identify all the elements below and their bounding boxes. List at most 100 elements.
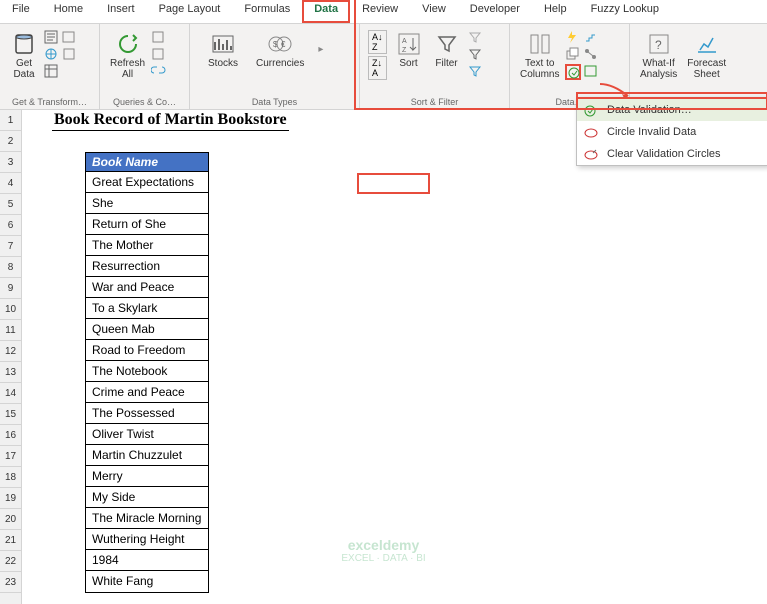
dv-data-validation-item[interactable]: Data Validation… bbox=[577, 99, 767, 121]
tab-review[interactable]: Review bbox=[350, 0, 410, 23]
table-row[interactable]: Return of She bbox=[86, 214, 208, 235]
tab-formulas[interactable]: Formulas bbox=[232, 0, 302, 23]
tab-help[interactable]: Help bbox=[532, 0, 579, 23]
table-row[interactable]: The Mother bbox=[86, 235, 208, 256]
tab-insert[interactable]: Insert bbox=[95, 0, 147, 23]
tab-fuzzy-lookup[interactable]: Fuzzy Lookup bbox=[579, 0, 671, 23]
row-header[interactable]: 23 bbox=[0, 572, 21, 593]
group-data-types: Data Types bbox=[190, 97, 359, 107]
tab-home[interactable]: Home bbox=[42, 0, 95, 23]
table-row[interactable]: War and Peace bbox=[86, 277, 208, 298]
table-row[interactable]: The Possessed bbox=[86, 403, 208, 424]
relationships-icon[interactable] bbox=[583, 47, 599, 63]
what-if-button[interactable]: ? What-If Analysis bbox=[636, 28, 681, 82]
properties-icon[interactable] bbox=[151, 47, 167, 63]
currencies-button[interactable]: $€ Currencies bbox=[252, 28, 308, 71]
table-header[interactable]: Book Name bbox=[86, 153, 208, 172]
edit-links-icon[interactable] bbox=[151, 64, 167, 80]
row-header[interactable]: 7 bbox=[0, 236, 21, 257]
table-row[interactable]: Merry bbox=[86, 466, 208, 487]
clear-filter-icon[interactable] bbox=[467, 30, 483, 46]
row-header[interactable]: 16 bbox=[0, 425, 21, 446]
row-header[interactable]: 19 bbox=[0, 488, 21, 509]
table-row[interactable]: Oliver Twist bbox=[86, 424, 208, 445]
table-row[interactable]: The Notebook bbox=[86, 361, 208, 382]
table-row[interactable]: Great Expectations bbox=[86, 172, 208, 193]
row-header[interactable]: 4 bbox=[0, 173, 21, 194]
table-row[interactable]: Road to Freedom bbox=[86, 340, 208, 361]
table-row[interactable]: My Side bbox=[86, 487, 208, 508]
flash-fill-icon[interactable] bbox=[565, 30, 581, 46]
from-table-icon[interactable] bbox=[44, 64, 60, 80]
table-row[interactable]: Crime and Peace bbox=[86, 382, 208, 403]
table-row[interactable]: 1984 bbox=[86, 550, 208, 571]
table-row[interactable]: She bbox=[86, 193, 208, 214]
row-header[interactable]: 14 bbox=[0, 383, 21, 404]
existing-conn-icon[interactable] bbox=[62, 47, 78, 63]
stocks-button[interactable]: Stocks bbox=[204, 28, 242, 71]
row-header[interactable]: 3 bbox=[0, 152, 21, 173]
table-row[interactable]: Martin Chuzzulet bbox=[86, 445, 208, 466]
from-text-icon[interactable] bbox=[44, 30, 60, 46]
watermark-brand: exceldemy bbox=[341, 537, 425, 553]
queries-icon[interactable] bbox=[151, 30, 167, 46]
filter-button[interactable]: Filter bbox=[429, 28, 465, 82]
data-validation-button[interactable] bbox=[565, 64, 581, 80]
row-header[interactable]: 9 bbox=[0, 278, 21, 299]
dv-clear-circles-item[interactable]: Clear Validation Circles bbox=[577, 143, 767, 165]
get-data-button[interactable]: Get Data bbox=[6, 28, 42, 82]
sort-az-icon[interactable]: A↓Z bbox=[368, 30, 387, 54]
tab-page-layout[interactable]: Page Layout bbox=[147, 0, 233, 23]
row-header[interactable]: 10 bbox=[0, 299, 21, 320]
row-header[interactable]: 13 bbox=[0, 362, 21, 383]
row-header[interactable]: 20 bbox=[0, 509, 21, 530]
sort-za-icon[interactable]: Z↓A bbox=[368, 56, 387, 80]
validation-icon bbox=[583, 103, 599, 119]
tab-developer[interactable]: Developer bbox=[458, 0, 532, 23]
svg-text:A: A bbox=[402, 38, 407, 45]
advanced-icon[interactable] bbox=[467, 64, 483, 80]
tab-data[interactable]: Data bbox=[302, 0, 350, 23]
row-header[interactable]: 18 bbox=[0, 467, 21, 488]
table-row[interactable]: White Fang bbox=[86, 571, 208, 592]
row-header[interactable]: 12 bbox=[0, 341, 21, 362]
row-header[interactable]: 17 bbox=[0, 446, 21, 467]
currencies-label: Currencies bbox=[256, 58, 304, 69]
text-to-columns-button[interactable]: Text to Columns bbox=[516, 28, 563, 82]
table-row[interactable]: Resurrection bbox=[86, 256, 208, 277]
filter-label: Filter bbox=[435, 58, 457, 69]
svg-text:Z: Z bbox=[402, 47, 407, 54]
row-header[interactable]: 6 bbox=[0, 215, 21, 236]
row-headers: 1234567891011121314151617181920212223 bbox=[0, 110, 22, 604]
row-header[interactable]: 11 bbox=[0, 320, 21, 341]
table-row[interactable]: To a Skylark bbox=[86, 298, 208, 319]
recent-sources-icon[interactable] bbox=[62, 30, 78, 46]
book-table: Book Name Great ExpectationsSheReturn of… bbox=[85, 152, 209, 593]
table-row[interactable]: Queen Mab bbox=[86, 319, 208, 340]
tab-view[interactable]: View bbox=[410, 0, 458, 23]
row-header[interactable]: 22 bbox=[0, 551, 21, 572]
row-header[interactable]: 1 bbox=[0, 110, 21, 131]
svg-text:?: ? bbox=[655, 38, 662, 52]
dv-circle-invalid-item[interactable]: Circle Invalid Data bbox=[577, 121, 767, 143]
row-header[interactable]: 5 bbox=[0, 194, 21, 215]
table-row[interactable]: Wuthering Height bbox=[86, 529, 208, 550]
row-header[interactable]: 2 bbox=[0, 131, 21, 152]
selected-cell[interactable] bbox=[357, 173, 430, 194]
chevron-right-icon[interactable]: ▸ bbox=[318, 44, 323, 55]
reapply-icon[interactable] bbox=[467, 47, 483, 63]
refresh-all-button[interactable]: Refresh All bbox=[106, 28, 149, 82]
row-header[interactable]: 15 bbox=[0, 404, 21, 425]
sort-button[interactable]: AZ Sort bbox=[391, 28, 427, 82]
forecast-sheet-button[interactable]: Forecast Sheet bbox=[683, 28, 730, 82]
tab-file[interactable]: File bbox=[0, 0, 42, 23]
text-columns-icon bbox=[526, 30, 554, 58]
clear-circles-icon bbox=[583, 147, 599, 163]
table-row[interactable]: The Miracle Morning bbox=[86, 508, 208, 529]
remove-dup-icon[interactable] bbox=[565, 47, 581, 63]
from-web-icon[interactable] bbox=[44, 47, 60, 63]
consolidate-icon[interactable] bbox=[583, 30, 599, 46]
row-header[interactable]: 8 bbox=[0, 257, 21, 278]
data-model-icon[interactable] bbox=[583, 64, 599, 80]
row-header[interactable]: 21 bbox=[0, 530, 21, 551]
